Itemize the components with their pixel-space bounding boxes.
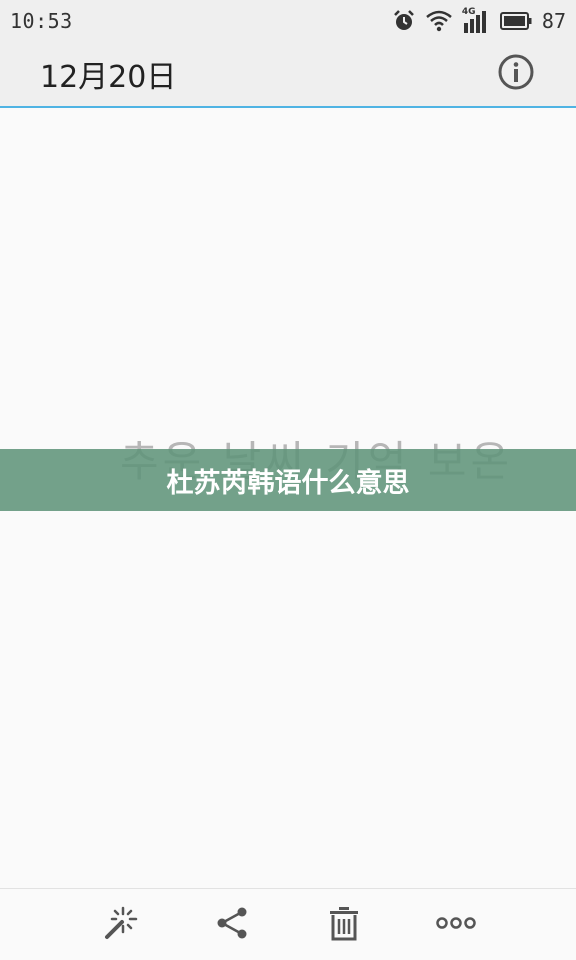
- wifi-icon: [426, 10, 452, 32]
- page-title: 12月20日: [40, 60, 177, 95]
- more-icon: [436, 915, 476, 935]
- info-button[interactable]: [496, 54, 536, 94]
- bottom-toolbar: [0, 888, 576, 960]
- magic-wand-icon: [102, 905, 138, 945]
- more-button[interactable]: [436, 905, 476, 945]
- status-bar: 10:53 4G 87: [0, 0, 576, 42]
- status-time: 10:53: [10, 9, 73, 33]
- trash-icon: [326, 905, 362, 945]
- share-icon: [214, 905, 250, 945]
- share-button[interactable]: [212, 905, 252, 945]
- title-bar: 12月20日: [0, 42, 576, 108]
- battery-level: 87: [541, 9, 566, 33]
- title-banner: 杜苏芮韩语什么意思: [0, 449, 576, 511]
- info-icon: [497, 53, 535, 95]
- banner-title: 杜苏芮韩语什么意思: [166, 467, 410, 499]
- magic-button[interactable]: [100, 905, 140, 945]
- status-icons: 4G 87: [392, 7, 566, 33]
- signal-icon: 4G: [462, 7, 490, 33]
- alarm-icon: [392, 9, 416, 33]
- delete-button[interactable]: [324, 905, 364, 945]
- battery-icon: [499, 12, 532, 30]
